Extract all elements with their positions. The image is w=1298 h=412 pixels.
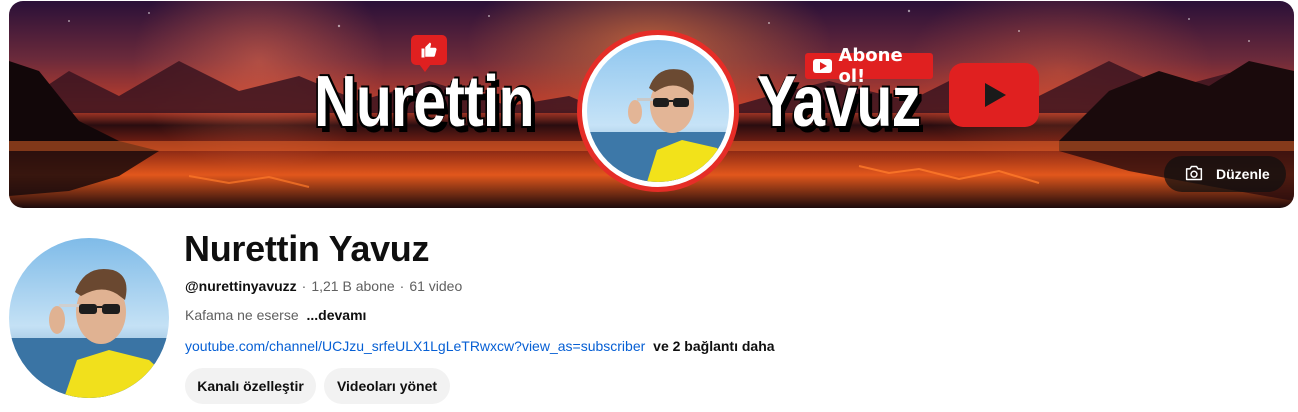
channel-banner: Nurettin Abone ol! Yavuz Düzenle: [9, 1, 1294, 208]
edit-banner-label: Düzenle: [1216, 166, 1270, 182]
channel-handle: @nurettinyavuzz: [185, 278, 297, 294]
edit-banner-button[interactable]: Düzenle: [1164, 156, 1286, 192]
banner-right-word: Yavuz: [757, 62, 921, 142]
camera-icon: [1184, 164, 1204, 185]
customize-channel-button[interactable]: Kanalı özelleştir: [185, 368, 316, 404]
video-count: 61 video: [409, 278, 463, 294]
channel-name: Nurettin Yavuz: [184, 228, 430, 269]
channel-meta: @nurettinyavuzz · 1,21 B abone · 61 vide…: [185, 278, 462, 294]
more-links-button[interactable]: ve 2 bağlantı daha: [653, 338, 774, 354]
banner-left-word: Nurettin: [314, 62, 535, 142]
banner-avatar: [577, 30, 739, 192]
channel-description: Kafama ne eserse ...devamı: [185, 307, 366, 323]
manage-videos-button[interactable]: Videoları yönet: [324, 368, 450, 404]
channel-avatar[interactable]: [9, 238, 169, 398]
meta-separator: ·: [301, 278, 307, 294]
more-description-link[interactable]: ...devamı: [307, 307, 367, 323]
description-text: Kafama ne eserse: [185, 307, 299, 323]
channel-links: youtube.com/channel/UCJzu_srfeULX1LgLeTR…: [185, 338, 775, 354]
youtube-logo-icon: [949, 63, 1039, 127]
meta-separator: ·: [399, 278, 405, 294]
subscriber-count: 1,21 B abone: [311, 278, 395, 294]
channel-url-link[interactable]: youtube.com/channel/UCJzu_srfeULX1LgLeTR…: [185, 338, 645, 354]
